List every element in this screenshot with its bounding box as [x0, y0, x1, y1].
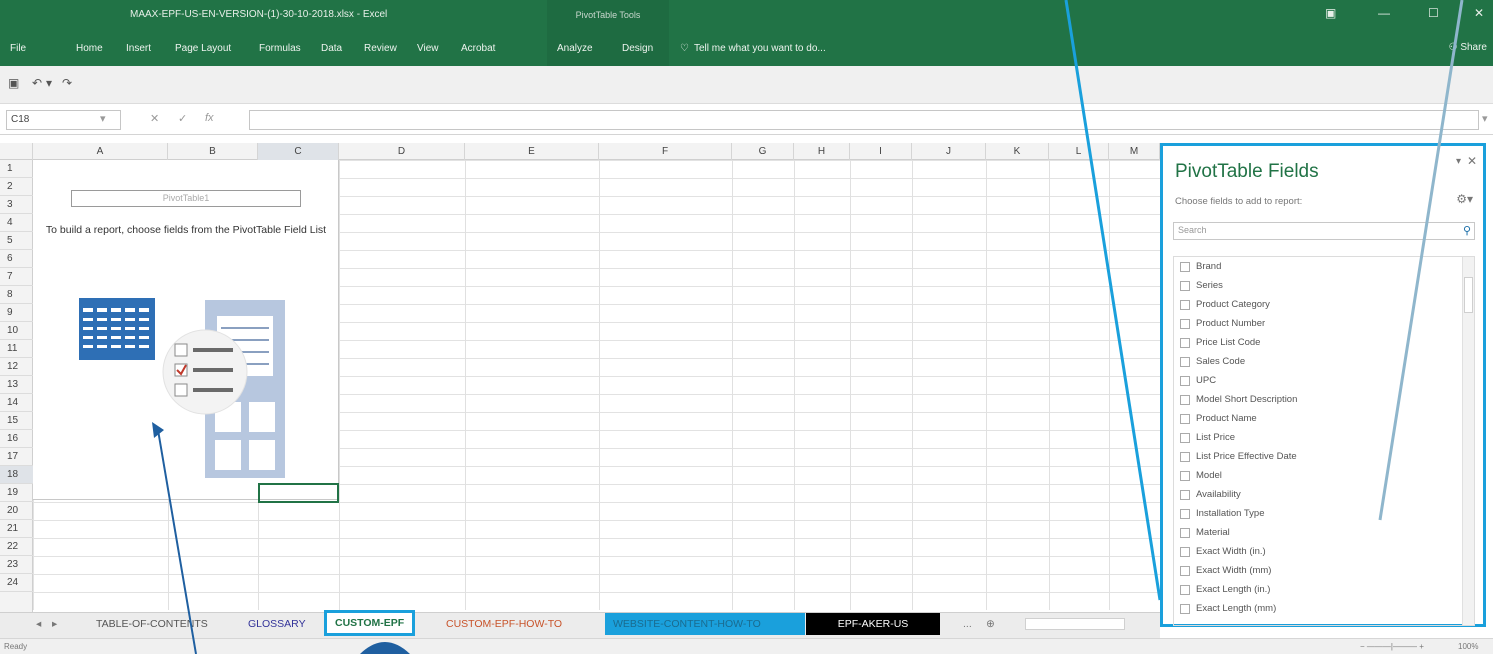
excel-window: MAAX-EPF-US-EN-VERSION-(1)-30-10-2018.xl… [0, 0, 1493, 654]
callout-line [1378, 0, 1464, 521]
callout-arrow [157, 429, 197, 654]
callout-line [1064, 0, 1162, 601]
annotation-overlay [152, 0, 1464, 654]
callout-marker [360, 642, 410, 654]
